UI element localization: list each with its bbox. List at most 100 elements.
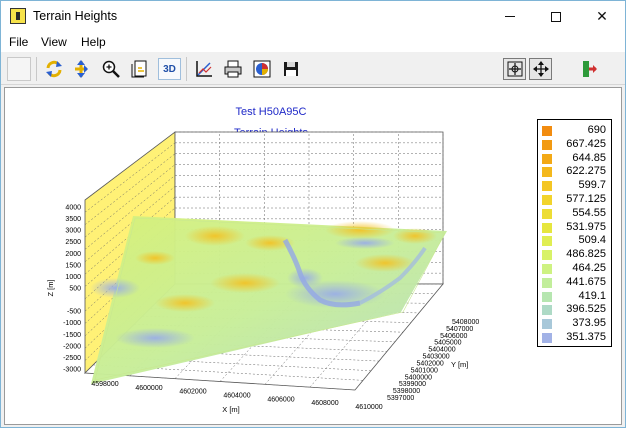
legend-swatch [542, 333, 552, 343]
legend-swatch [542, 291, 552, 302]
z-tick-label: 1500 [65, 262, 81, 269]
legend-swatch [542, 126, 552, 136]
z-tick-label: -1500 [63, 332, 81, 339]
y-tick-label: 5398000 [393, 388, 420, 395]
y-tick-label: 5404000 [428, 347, 455, 354]
legend-label: 509.4 [578, 234, 606, 247]
x-tick-label: 4606000 [267, 396, 294, 403]
legend-label: 622.275 [566, 165, 606, 178]
menu-file[interactable]: File [9, 35, 28, 49]
exit-button[interactable] [577, 58, 600, 80]
z-tick-label: 4000 [65, 205, 81, 212]
minimize-button[interactable] [487, 1, 533, 32]
x-axis-label: X [m] [222, 405, 240, 414]
print-icon [224, 60, 241, 78]
z-tick-label: 3500 [65, 216, 81, 223]
legend-label: 690 [587, 124, 606, 136]
exit-icon [582, 61, 597, 77]
legend-label: 486.825 [566, 248, 606, 261]
legend-row: 373.95 [538, 317, 611, 330]
color-palette-icon [253, 60, 270, 78]
y-tick-label: 5397000 [387, 395, 414, 402]
z-tick-label: 500 [69, 286, 81, 293]
legend-swatch [542, 236, 552, 247]
move-button[interactable] [529, 58, 552, 80]
legend-swatch [542, 250, 552, 261]
x-tick-label: 4602000 [179, 389, 206, 396]
legend-label: 464.25 [572, 262, 606, 274]
maximize-icon [551, 11, 561, 22]
y-tick-label: 5400000 [405, 374, 432, 381]
close-icon: ✕ [596, 8, 608, 24]
menu-help[interactable]: Help [81, 35, 106, 49]
y-tick-label: 5402000 [417, 360, 444, 367]
toolbar: 3D [1, 53, 625, 85]
legend-row: 396.525 [538, 303, 611, 316]
toolbar-separator [36, 57, 37, 81]
page-button[interactable] [128, 58, 151, 80]
legend-row: 486.825 [538, 248, 611, 261]
y-tick-label: 5399000 [399, 381, 426, 388]
legend-label: 419.1 [578, 289, 606, 302]
legend-row: 464.25 [538, 262, 611, 275]
legend-row: 599.7 [538, 179, 611, 192]
y-tick-label: 5403000 [422, 354, 449, 361]
legend-row: 622.275 [538, 165, 611, 178]
y-tick-label: 5406000 [440, 333, 467, 340]
3d-toggle-button[interactable]: 3D [158, 58, 181, 80]
z-tick-label: -1000 [63, 320, 81, 327]
rotate-button[interactable] [42, 58, 65, 80]
zoom-button[interactable] [99, 58, 122, 80]
menu-view[interactable]: View [41, 35, 67, 49]
blank-button[interactable] [7, 57, 31, 81]
pan-button[interactable] [69, 58, 92, 80]
y-tick-label: 5401000 [411, 367, 438, 374]
x-tick-label: 4604000 [223, 393, 250, 400]
legend-row: 577.125 [538, 193, 611, 206]
legend-row: 554.55 [538, 207, 611, 220]
legend-label: 531.975 [566, 220, 606, 233]
legend-label: 351.375 [566, 331, 606, 343]
legend-swatch [542, 305, 552, 316]
legend-row: 690 [538, 124, 611, 137]
terrain-3d-chart[interactable]: 4000 3500 3000 2500 2000 1500 1000 500 -500 -1000… [5, 88, 535, 424]
menu-bar: File View Help [1, 32, 625, 52]
window-title: Terrain Heights [33, 9, 118, 23]
legend-row: 644.85 [538, 152, 611, 165]
legend-swatch [542, 277, 552, 288]
legend-swatch [542, 195, 552, 205]
legend-row: 531.975 [538, 221, 611, 234]
fit-button[interactable] [503, 58, 526, 80]
color-palette-button[interactable] [250, 58, 273, 80]
z-tick-label: 1000 [65, 274, 81, 281]
z-tick-label: -2500 [63, 355, 81, 362]
legend-label: 554.55 [572, 206, 606, 219]
legend-row: 441.675 [538, 276, 611, 289]
x-tick-label: 4608000 [311, 400, 338, 407]
close-button[interactable]: ✕ [579, 1, 625, 32]
maximize-button[interactable] [533, 1, 579, 32]
z-tick-label: -3000 [63, 367, 81, 374]
axes-button[interactable] [192, 58, 215, 80]
y-axis-label: Y [m] [451, 360, 468, 369]
legend-swatch [542, 222, 552, 233]
legend-row: 509.4 [538, 234, 611, 247]
page-icon [131, 60, 146, 78]
color-legend: 690 667.425 644.85 622.275 599.7 577.125 554.5… [537, 119, 612, 347]
title-bar[interactable]: Terrain Heights ✕ [1, 1, 625, 32]
legend-swatch [542, 153, 552, 164]
y-tick-label: 5408000 [452, 319, 479, 326]
save-button[interactable] [279, 58, 302, 80]
legend-label: 667.425 [566, 137, 606, 150]
z-axis-label: Z [m] [46, 279, 55, 296]
y-tick-label: 5405000 [434, 340, 461, 347]
z-tick-label: 3000 [65, 228, 81, 235]
print-button[interactable] [221, 58, 244, 80]
toolbar-separator [186, 57, 187, 81]
plot-panel[interactable]: Test H50A95C Terrain Heights [4, 87, 622, 425]
legend-row: 351.375 [538, 331, 611, 344]
x-tick-label: 4600000 [135, 385, 162, 392]
app-icon [10, 8, 26, 24]
legend-label: 577.125 [566, 193, 606, 205]
legend-swatch [542, 181, 552, 192]
